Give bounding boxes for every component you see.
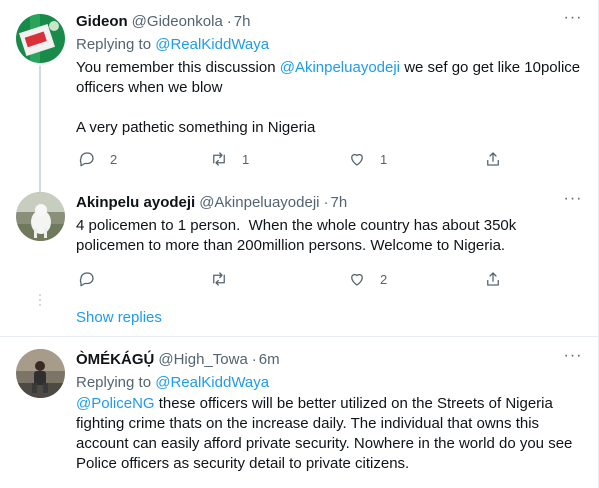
replying-to-label: Replying to [76,36,152,53]
thread-connector [39,66,41,180]
tweet-text: @PoliceNG these officers will be better … [76,394,583,474]
show-replies-link[interactable]: Show replies [76,309,162,326]
tweet-text-segment: officers when we blow [76,79,223,96]
retweet-button[interactable]: 1 [210,150,249,168]
retweet-icon [213,272,225,286]
tweet-text-segment: A very pathetic something in Nigeria [76,119,316,136]
tweet-akinpelu[interactable]: Akinpelu ayodeji @Akinpeluayodeji · 7h ·… [0,180,599,335]
like-count: 2 [380,271,388,287]
timestamp[interactable]: 7h [331,193,348,213]
tweet-text-segment: we sef go get like 10police [400,59,581,76]
reply-icon [79,272,94,287]
share-icon [487,152,499,166]
tweet-omekagu[interactable]: ÒMÉKÁGỤ́ @High_Towa · 6m ··· Replying to… [0,337,599,488]
author-name[interactable]: ÒMÉKÁGỤ́ [76,350,154,370]
collapsed-thread-dots [39,294,41,309]
tweet-actions: 2 1 1 [76,150,506,172]
separator-dot: · [226,13,232,30]
share-icon [487,272,499,286]
avatar[interactable] [16,349,65,398]
conversation-thread: Gideon @Gideonkola · 7h ··· Replying to … [0,0,599,488]
mention-link[interactable]: @PoliceNG [76,395,155,412]
tweet-text-segment: account can easily afford private securi… [76,435,573,452]
share-button[interactable] [484,150,502,168]
tweet-content: Akinpelu ayodeji @Akinpeluayodeji · 7h ·… [76,191,583,256]
retweet-button[interactable] [210,270,228,288]
author-handle[interactable]: @High_Towa [158,350,247,370]
dog-photo-avatar-icon [16,192,65,241]
timestamp[interactable]: 6m [259,350,280,370]
tweet-text-segment: Police officers as security detail to pr… [76,455,410,472]
author-handle[interactable]: @Akinpeluayodeji [199,193,319,213]
tweet-text: 4 policemen to 1 person. When the whole … [76,216,583,256]
thread-gap [39,243,41,293]
avatar[interactable] [16,14,65,63]
heart-icon [351,273,363,286]
like-button[interactable]: 1 [348,150,387,168]
separator-dot: · [323,194,329,211]
heart-icon [351,153,363,166]
replying-to-line: Replying to @RealKiddWaya [76,35,583,55]
retweet-count: 1 [242,151,250,167]
like-count: 1 [380,151,388,167]
share-button[interactable] [484,270,502,288]
more-options-icon[interactable]: ··· [563,10,583,32]
tweet-text-segment: these officers will be better utilized o… [154,395,553,412]
replying-to-mention[interactable]: @RealKiddWaya [155,36,269,53]
tweet-content: Gideon @Gideonkola · 7h ··· Replying to … [76,10,583,138]
thread-connector [39,180,41,192]
tweet-text-segment: You remember this discussion [76,59,280,76]
tweet-text-segment: 4 policemen to 1 person. When the whole … [76,217,517,234]
reply-button[interactable] [78,270,96,288]
mention-link[interactable]: @Akinpeluayodeji [280,59,400,76]
separator-dot: · [251,351,257,368]
more-options-icon[interactable]: ··· [563,348,583,370]
avatar[interactable] [16,192,65,241]
tweet-content: ÒMÉKÁGỤ́ @High_Towa · 6m ··· Replying to… [76,348,583,474]
tweet-text: You remember this discussion @Akinpeluay… [76,58,583,138]
person-photo-avatar-icon [16,349,65,398]
tweet-text-segment: policemen to more than 200million person… [76,237,506,254]
tweet-header: Akinpelu ayodeji @Akinpeluayodeji · 7h [76,193,583,213]
tweet-text-segment: fighting crime thats on the increase dai… [76,415,540,432]
reply-button[interactable]: 2 [78,150,117,168]
tweet-header: Gideon @Gideonkola · 7h [76,12,583,32]
tweet-header: ÒMÉKÁGỤ́ @High_Towa · 6m [76,350,583,370]
reply-count: 2 [110,151,118,167]
retweet-icon [213,152,225,166]
nigeria-flag-avatar-icon [16,14,65,63]
tweet-gideon[interactable]: Gideon @Gideonkola · 7h ··· Replying to … [0,0,599,180]
like-button[interactable]: 2 [348,270,387,288]
author-name[interactable]: Gideon [76,12,128,32]
reply-icon [79,152,94,167]
replying-to-mention[interactable]: @RealKiddWaya [155,374,269,391]
replying-to-line: Replying to @RealKiddWaya [76,373,583,393]
tweet-actions: 2 [76,270,506,292]
author-handle[interactable]: @Gideonkola [132,12,223,32]
replying-to-label: Replying to [76,374,152,391]
more-options-icon[interactable]: ··· [563,191,583,213]
timestamp[interactable]: 7h [234,12,251,32]
author-name[interactable]: Akinpelu ayodeji [76,193,195,213]
